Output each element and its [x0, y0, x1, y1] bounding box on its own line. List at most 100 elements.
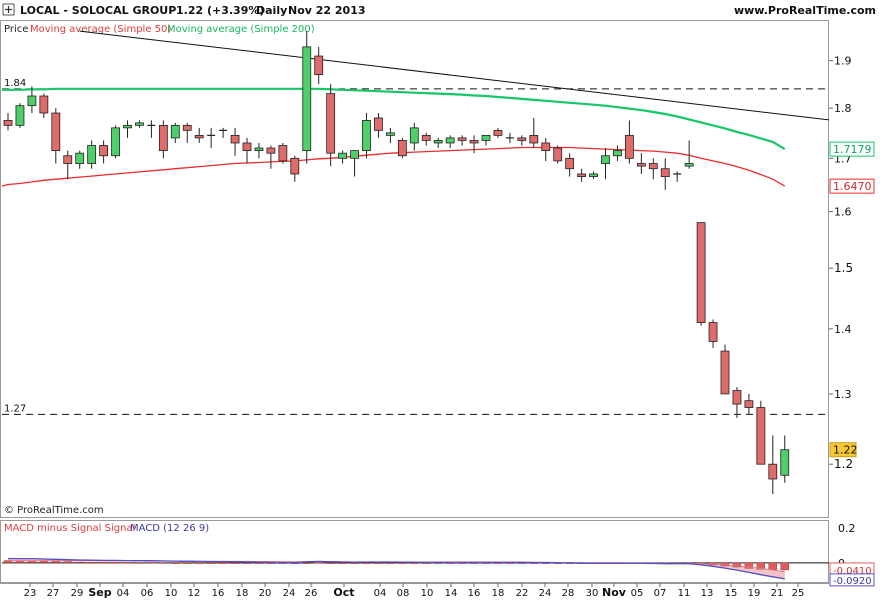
watermark: © ProRealTime.com — [4, 505, 104, 516]
candle-body — [601, 155, 610, 164]
hline-label: 1.84 — [4, 78, 26, 89]
x-tick-label: 28 — [562, 588, 575, 599]
candle-body — [194, 134, 204, 139]
macd-hist-bar — [206, 562, 216, 564]
candle-body — [565, 157, 575, 170]
x-tick-label: 16 — [212, 588, 225, 599]
x-tick-label: 22 — [516, 588, 529, 599]
legend-macd-hist: MACD minus Signal Signal — [4, 523, 135, 534]
x-tick-label: Oct — [333, 586, 354, 599]
x-tick-label: 08 — [397, 588, 410, 599]
x-tick-label: 18 — [492, 588, 505, 599]
symbol-label: LOCAL - SOLOCAL GROUP — [20, 4, 176, 17]
candle-body — [421, 134, 431, 141]
candle-body — [397, 140, 407, 157]
x-tick-label: 26 — [305, 588, 318, 599]
candle-body — [469, 140, 479, 144]
x-tick-label: 07 — [654, 588, 667, 599]
macd-hist-bar — [194, 562, 204, 564]
candle-body — [720, 350, 730, 395]
candle-body — [278, 145, 288, 162]
x-tick-label: 29 — [71, 588, 84, 599]
candle-body — [660, 168, 670, 177]
macd-legend: MACD minus Signal Signal MACD (12 26 9) — [4, 523, 209, 534]
date-label: Nov 22 2013 — [288, 4, 366, 17]
x-tick-label: 10 — [421, 588, 434, 599]
candle-body — [696, 222, 706, 323]
legend-price: Price — [4, 24, 28, 35]
candle — [756, 400, 766, 465]
legend-ma200: Moving average (Simple 200) — [167, 24, 315, 35]
candle-body — [648, 163, 658, 170]
price-y-tick-label: 1.8 — [834, 102, 852, 115]
candle-body — [15, 105, 25, 126]
candle-body — [684, 163, 694, 167]
macd-hist-bar — [51, 561, 60, 564]
candle — [553, 145, 563, 164]
candle-body — [541, 142, 551, 152]
candle-body — [493, 129, 503, 136]
x-tick-label: 12 — [188, 588, 201, 599]
candle-body — [589, 173, 598, 177]
candle-body — [433, 140, 443, 144]
x-tick-label: 24 — [539, 588, 552, 599]
candle-body — [338, 152, 348, 159]
candle — [278, 142, 288, 164]
macd-y-tick-label: 0.2 — [838, 522, 856, 535]
macd-hist-bar — [350, 562, 359, 564]
macd-hist-bar — [75, 561, 84, 564]
x-tick-label: 11 — [678, 588, 691, 599]
macd-hist-bar — [338, 562, 347, 564]
x-tick-label: 16 — [468, 588, 481, 599]
candle-body — [111, 127, 120, 157]
macd-hist-bar — [410, 562, 419, 564]
site-label: www.ProRealTime.com — [734, 4, 876, 17]
badge-macd-line-label: -0.0920 — [833, 576, 872, 587]
badge-ma200-label: 1.7179 — [833, 143, 872, 156]
price-y-tick-label: 1.6 — [834, 206, 852, 219]
x-tick-label: 19 — [748, 588, 761, 599]
macd-hist-bar — [314, 562, 323, 564]
candle — [111, 125, 120, 159]
price-legend: Price Moving average (Simple 50) Moving … — [4, 24, 315, 35]
candle-body — [517, 137, 527, 141]
candle-body — [768, 463, 778, 480]
candle-body — [314, 55, 324, 76]
candle-body — [230, 134, 240, 144]
x-tick-label: Nov — [602, 586, 627, 599]
candle-body — [756, 407, 766, 465]
price-y-tick-label: 1.4 — [834, 323, 852, 336]
expand-icon[interactable] — [2, 3, 15, 16]
candle-body — [182, 124, 192, 131]
candle-body — [123, 124, 132, 129]
macd-hist-bar — [254, 562, 264, 564]
badge-ma50-label: 1.6470 — [833, 180, 872, 193]
candle-body — [63, 155, 73, 164]
x-tick-label: Sep — [88, 586, 111, 599]
macd-hist-bar — [147, 562, 156, 564]
macd-hist-bar — [159, 562, 168, 564]
x-tick-label: 25 — [792, 588, 805, 599]
candle-body — [75, 152, 85, 164]
macd-hist-bar — [135, 562, 144, 564]
period-label: Daily — [256, 4, 287, 17]
macd-hist-bar — [768, 562, 777, 570]
x-tick-label: 15 — [725, 588, 738, 599]
macd-hist-bar — [374, 562, 383, 564]
candle-body — [457, 137, 467, 141]
x-tick-label: 13 — [701, 588, 714, 599]
candle-body — [744, 400, 754, 408]
price-y-tick-label: 1.3 — [834, 388, 852, 401]
candle-body — [362, 120, 371, 152]
x-tick-label: 14 — [445, 588, 458, 599]
x-tick-label: 04 — [374, 588, 387, 599]
macd-hist-bar — [39, 560, 49, 564]
candle-body — [326, 93, 336, 154]
candle-body — [445, 137, 455, 144]
price-y-tick-label: 1.5 — [834, 261, 853, 275]
candle — [397, 137, 407, 159]
candle-body — [302, 46, 312, 152]
candle-body — [732, 390, 742, 405]
candle-body — [242, 142, 252, 152]
candle-body — [481, 134, 491, 141]
